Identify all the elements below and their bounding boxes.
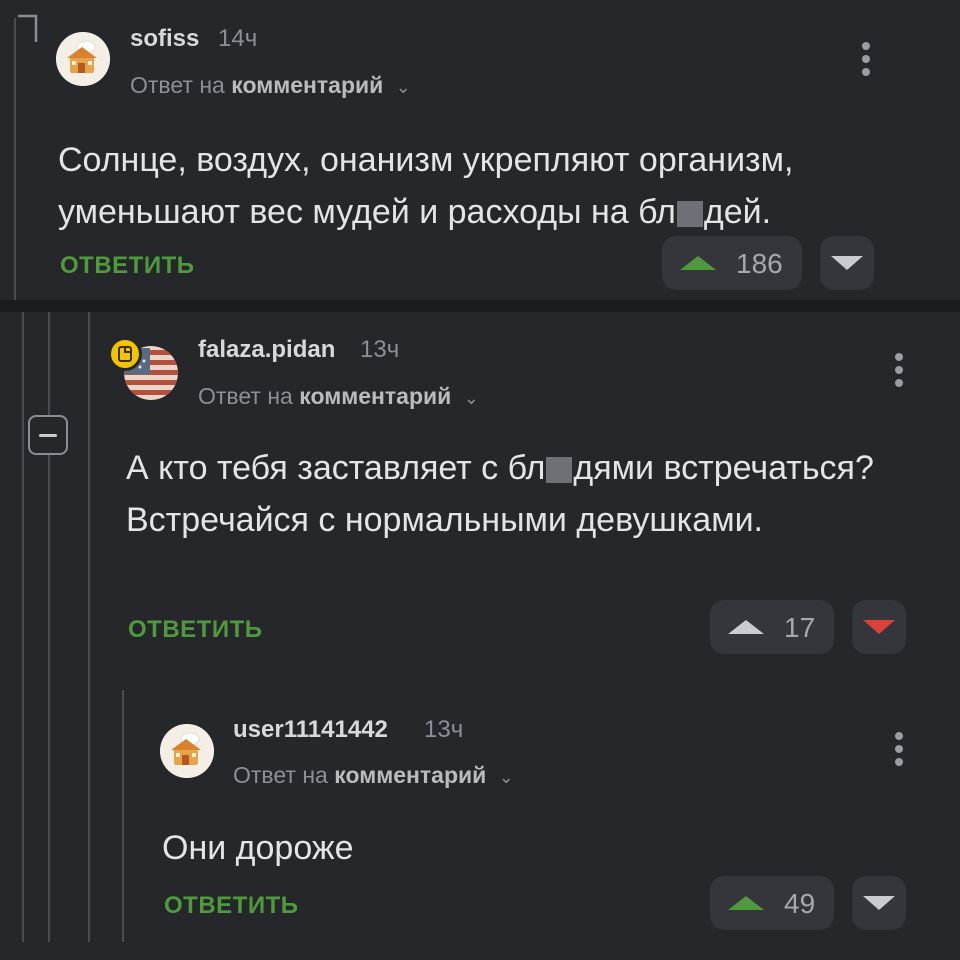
cafe-house-avatar-icon [56, 32, 110, 86]
comments-screen: sofiss 14ч Ответ на комментарий ⌄ Солнце… [0, 0, 960, 960]
chevron-down-icon: ⌄ [395, 77, 411, 97]
avatar[interactable] [56, 32, 110, 86]
downvote-button[interactable] [852, 600, 906, 654]
reply-to-target: комментарий [334, 762, 487, 788]
reply-button[interactable]: ОТВЕТИТЬ [164, 892, 299, 920]
reply-button[interactable]: ОТВЕТИТЬ [128, 616, 263, 644]
thread-line [48, 312, 50, 415]
comment-text: Они дороже [162, 829, 354, 867]
reply-to-target: комментарий [299, 383, 452, 409]
reply-to-prefix: Ответ на [233, 762, 328, 788]
thread-gap [0, 300, 960, 312]
chevron-down-icon: ⌄ [498, 767, 514, 787]
comment-text: А кто тебя заставляет с бл дями встречать… [126, 442, 896, 546]
reply-to-prefix: Ответ на [130, 72, 225, 98]
kebab-menu-icon[interactable] [895, 732, 903, 766]
upvote-icon [680, 256, 716, 270]
collapse-thread-icon [39, 434, 57, 437]
downvote-icon [831, 256, 863, 270]
reply-to-link[interactable]: Ответ на комментарий ⌄ [130, 72, 411, 99]
comment-time: 13ч [424, 716, 464, 743]
vote-count: 17 [784, 612, 816, 643]
kebab-menu-icon[interactable] [862, 42, 870, 76]
collapse-thread-button[interactable] [28, 415, 68, 455]
thread-line [22, 312, 24, 942]
reply-button[interactable]: ОТВЕТИТЬ [60, 252, 195, 280]
comment-text: Солнце, воздух, онанизм укрепляют органи… [58, 134, 898, 238]
downvote-icon [863, 896, 895, 910]
thread-line [14, 18, 16, 300]
upvote-icon [728, 896, 764, 910]
chevron-down-icon: ⌄ [463, 388, 479, 408]
username[interactable]: user11141442 [233, 716, 388, 744]
upvote-button[interactable]: 186 [662, 236, 802, 290]
vote-count: 49 [784, 888, 816, 919]
thread-branch-icon [18, 14, 38, 42]
reply-to-prefix: Ответ на [198, 383, 293, 409]
kebab-menu-icon[interactable] [895, 353, 903, 387]
upvote-button[interactable]: 49 [710, 876, 834, 930]
upvote-icon [728, 620, 764, 634]
reply-to-link[interactable]: Ответ на комментарий ⌄ [198, 383, 479, 410]
comment-text-part: А кто тебя заставляет с бл [126, 449, 546, 487]
thread-line [122, 690, 124, 942]
reply-to-target: комментарий [231, 72, 384, 98]
username[interactable]: falaza.pidan [198, 336, 335, 364]
censor-block [546, 457, 573, 484]
downvote-icon [863, 620, 895, 634]
upvote-button[interactable]: 17 [710, 600, 834, 654]
comment-text-part: дей. [703, 193, 772, 231]
censor-block [676, 201, 703, 228]
note-badge-icon [108, 337, 142, 371]
comment-time: 14ч [218, 25, 258, 52]
vote-count: 186 [736, 248, 783, 279]
username[interactable]: sofiss [130, 25, 199, 53]
thread-line [48, 455, 50, 942]
cafe-house-avatar-icon [160, 724, 214, 778]
comment-time: 13ч [360, 336, 400, 363]
avatar[interactable] [160, 724, 214, 778]
reply-to-link[interactable]: Ответ на комментарий ⌄ [233, 762, 514, 789]
downvote-button[interactable] [852, 876, 906, 930]
downvote-button[interactable] [820, 236, 874, 290]
thread-line [88, 312, 90, 942]
